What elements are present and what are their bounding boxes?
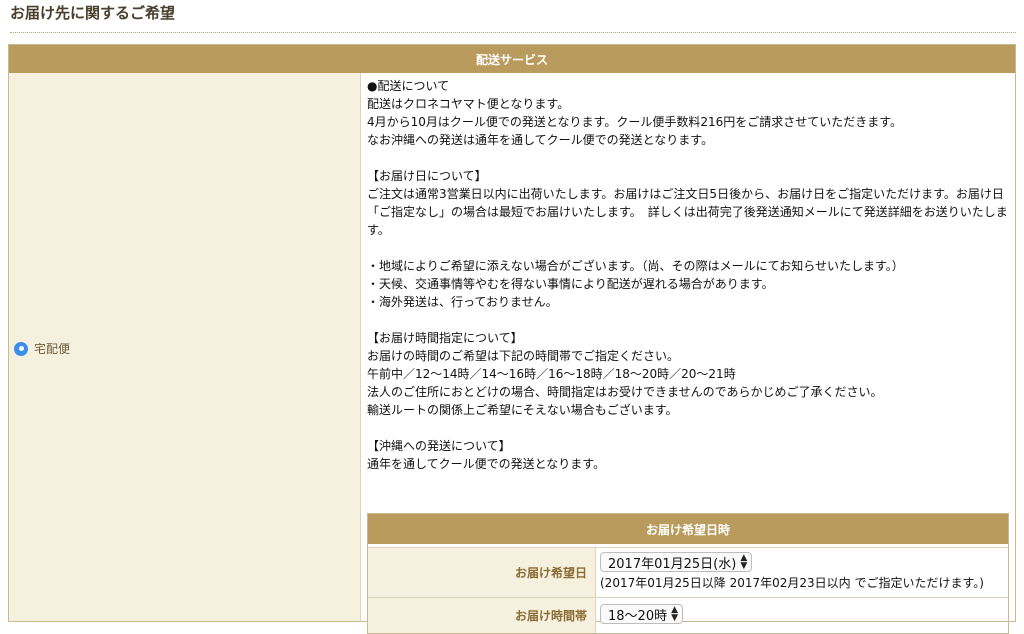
info-line: 4月から10月はクール便での発送となります。クール便手数料216円をご請求させて… [367, 115, 903, 129]
delivery-datetime-header: お届け希望日時 [368, 514, 1008, 544]
delivery-date-row: お届け希望日 2017年01月25日(水) ▲ ▼ (2017年01月25日以降 … [368, 548, 1008, 598]
delivery-date-range-note: (2017年01月25日以降 2017年02月23日以内 でご指定いただけます。… [600, 576, 984, 590]
info-line: ・地域によりご希望に添えない場合がございます。（尚、その際はメールにてお知らせい… [367, 259, 904, 273]
info-line: ●配送について [367, 79, 450, 93]
info-line: 午前中／12〜14時／14〜16時／16〜18時／18〜20時／20〜21時 [367, 367, 736, 381]
info-line: なお沖縄への発送は通年を通してクール便での発送となります。 [367, 133, 714, 147]
info-blank-line [367, 311, 1011, 329]
info-line: 配送はクロネコヤマト便となります。 [367, 97, 570, 111]
info-line: ・海外発送は、行っておりません。 [367, 295, 558, 309]
info-line: 【お届け時間指定について】 [367, 331, 523, 345]
title-divider [10, 32, 1016, 33]
delivery-service-table: 配送サービス 宅配便 ●配送について配送はクロネコヤマト便となります。 4月から1… [8, 44, 1016, 634]
info-blank-line [367, 149, 1011, 167]
delivery-date-value-cell: 2017年01月25日(水) ▲ ▼ (2017年01月25日以降 2017年02… [596, 548, 1008, 597]
info-line: 通年を通してクール便での発送となります。 [367, 457, 606, 471]
delivery-date-selected: 2017年01月25日(水) [608, 556, 737, 572]
info-line: 法人のご住所におとどけの場合、時間指定はお受けできませんのであらかじめご了承くだ… [367, 385, 883, 399]
info-line: 【お届け日について】 [367, 169, 487, 183]
delivery-time-select[interactable]: 18〜20時 ▲ ▼ [600, 604, 684, 624]
shipping-info-text: ●配送について配送はクロネコヤマト便となります。 4月から10月はクール便での発送… [367, 77, 1011, 473]
delivery-datetime-box: お届け希望日時 お届け希望日 2017年01月25日(水) ▲ ▼ (2017年0… [367, 513, 1009, 634]
service-option-cell: 宅配便 [9, 73, 361, 621]
up-down-arrows-icon: ▲ ▼ [671, 605, 679, 623]
radio-selected-icon[interactable] [14, 341, 28, 356]
info-line: お届けの時間のご希望は下記の時間帯でご指定ください。 [367, 349, 680, 363]
section-title: お届け先に関するご希望 [10, 4, 176, 22]
up-down-arrows-icon: ▲ ▼ [740, 553, 748, 571]
service-option-takuhaibin[interactable]: 宅配便 [14, 340, 70, 357]
service-option-label: 宅配便 [34, 342, 71, 356]
info-blank-line [367, 419, 1011, 437]
info-line: 輸送ルートの関係上ご希望にそえない場合もございます。 [367, 403, 678, 417]
info-line: 【沖縄への発送について】 [367, 439, 511, 453]
table-header: 配送サービス [9, 45, 1015, 73]
delivery-date-label: お届け希望日 [368, 548, 596, 597]
info-line: ご注文は通常3営業日以内に出荷いたします。お届けはご注文日5日後から、お届け日を… [367, 187, 1008, 237]
info-blank-line [367, 239, 1011, 257]
delivery-date-select[interactable]: 2017年01月25日(水) ▲ ▼ [600, 552, 753, 572]
delivery-time-selected: 18〜20時 [608, 608, 668, 624]
info-line: ・天候、交通事情等やむを得ない事情により配送が遅れる場合があります。 [367, 277, 774, 291]
table-body: 宅配便 ●配送について配送はクロネコヤマト便となります。 4月から10月はクール便… [9, 73, 1015, 634]
service-detail-cell: ●配送について配送はクロネコヤマト便となります。 4月から10月はクール便での発送… [361, 73, 1015, 634]
